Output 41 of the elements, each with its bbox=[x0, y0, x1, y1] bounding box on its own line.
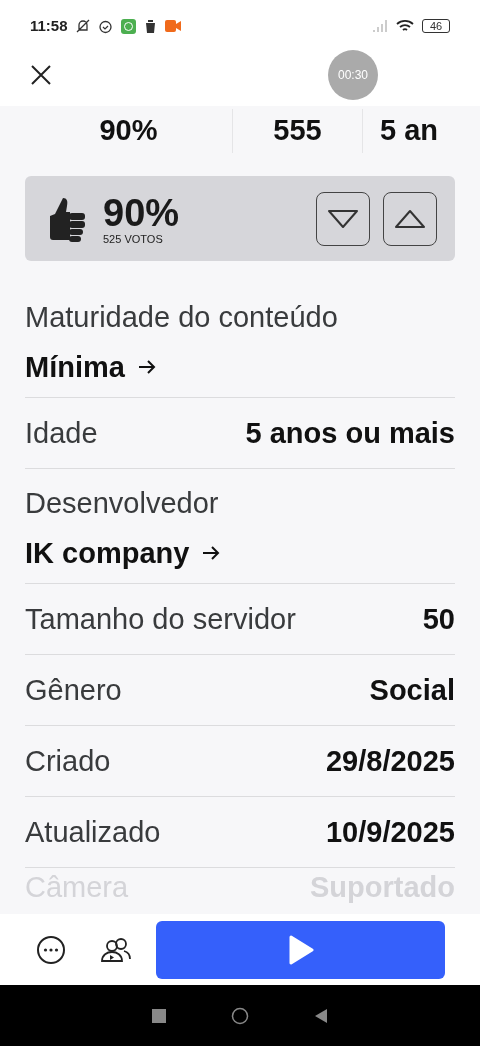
wifi-icon bbox=[396, 19, 414, 33]
detail-link[interactable]: IK company bbox=[25, 535, 190, 571]
arrow-icon bbox=[136, 359, 157, 375]
triangle-down-icon bbox=[327, 208, 359, 229]
detail-label: Desenvolvedor bbox=[25, 486, 220, 521]
trash-icon bbox=[143, 19, 157, 33]
detail-label: Maturidade do conteúdo bbox=[25, 300, 339, 335]
detail-value: 50 bbox=[422, 602, 455, 637]
back-icon[interactable] bbox=[313, 1007, 328, 1024]
detail-label: Atualizado bbox=[25, 815, 161, 850]
upvote-button[interactable] bbox=[383, 191, 437, 246]
detail-label: Tamanho do servidor bbox=[25, 602, 296, 637]
detail-value: Social bbox=[369, 673, 455, 708]
signal-icon bbox=[372, 19, 388, 33]
stat-value: 90% bbox=[99, 113, 158, 149]
detail-label: Gênero bbox=[25, 673, 122, 708]
stat-value: 555 bbox=[273, 113, 322, 149]
detail-link[interactable]: Mínima bbox=[25, 349, 125, 385]
play-icon bbox=[287, 934, 314, 965]
rating-percent: 90% bbox=[103, 192, 180, 233]
status-time: 11:58 bbox=[30, 15, 68, 36]
stat-value: 5 an bbox=[380, 113, 438, 149]
play-button[interactable] bbox=[156, 920, 445, 979]
detail-label: Criado bbox=[25, 744, 111, 779]
downvote-button[interactable] bbox=[316, 191, 370, 246]
detail-value: 29/8/2025 bbox=[326, 744, 455, 779]
home-icon[interactable] bbox=[231, 1006, 249, 1025]
detail-value: 10/9/2025 bbox=[326, 815, 455, 850]
video-camera-icon bbox=[164, 20, 181, 32]
arrow-icon bbox=[201, 545, 222, 561]
more-icon[interactable] bbox=[36, 934, 66, 965]
detail-value: 5 anos ou mais bbox=[245, 416, 455, 451]
recents-icon[interactable] bbox=[152, 1008, 167, 1023]
bell-off-icon bbox=[75, 19, 90, 33]
app-icon bbox=[120, 18, 136, 34]
triangle-up-icon bbox=[394, 208, 426, 229]
close-icon[interactable] bbox=[30, 64, 52, 86]
people-icon[interactable] bbox=[100, 936, 132, 963]
detail-label: Idade bbox=[25, 416, 98, 451]
battery-indicator: 46 bbox=[422, 19, 450, 33]
vote-count: 525 VOTOS bbox=[103, 232, 164, 245]
